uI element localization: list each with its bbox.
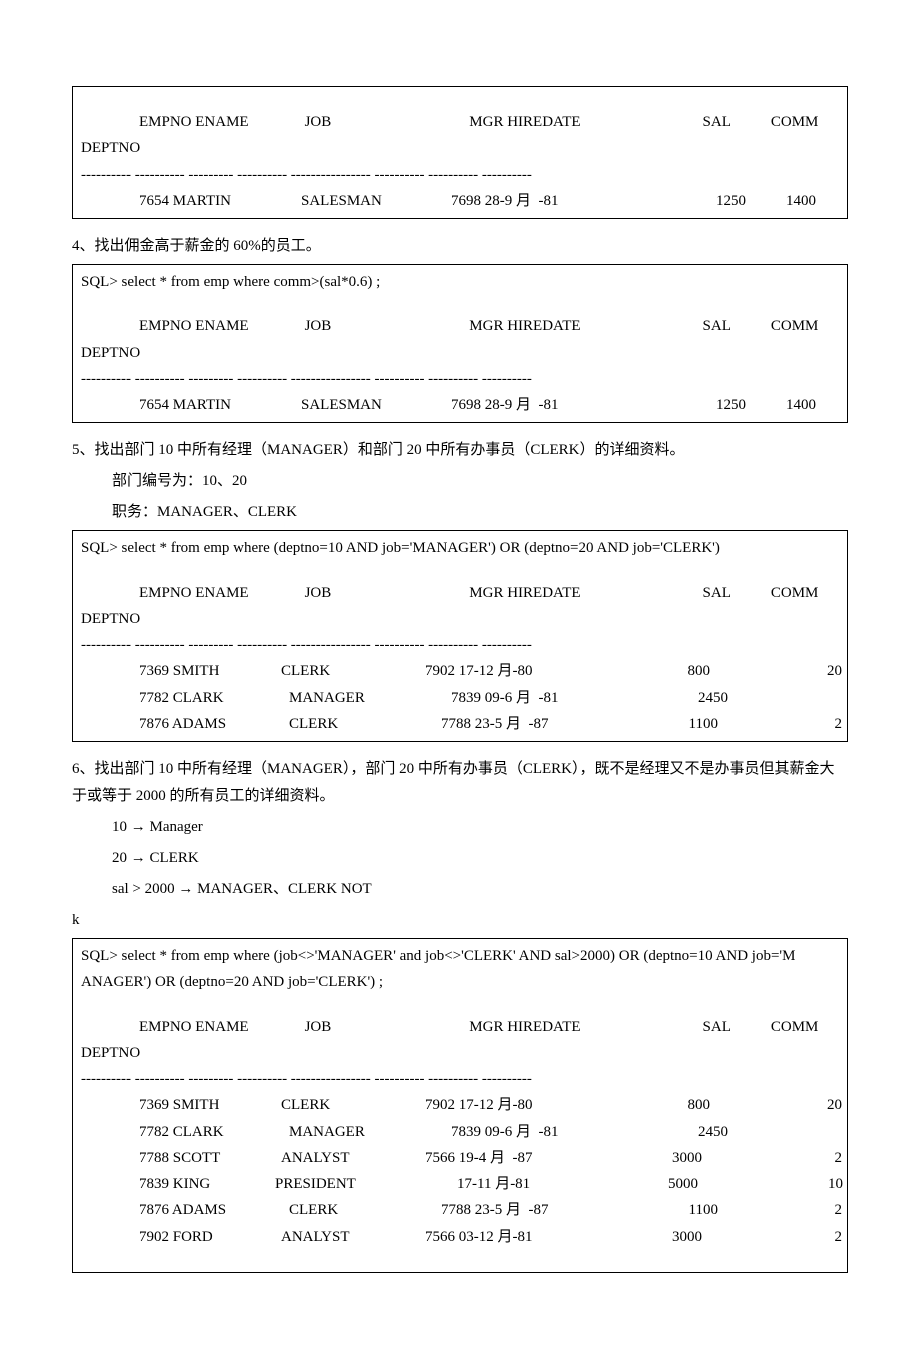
result-block-top: EMPNO ENAMEJOBMGR HIREDATESALCOMM DEPTNO… xyxy=(72,86,848,219)
result-block-q5: SQL> select * from emp where (deptno=10 … xyxy=(72,530,848,742)
sql-line: ANAGER') OR (deptno=20 AND job='CLERK') … xyxy=(81,969,839,995)
question-6-note2: 20 → CLERK xyxy=(72,845,848,872)
table-row: 7876 ADAMSCLERK7788 23-5 月 -8711002 xyxy=(81,711,839,737)
table-row: 7788 SCOTTANALYST7566 19-4 月 -8730002 xyxy=(81,1145,839,1171)
result-block-q4: SQL> select * from emp where comm>(sal*0… xyxy=(72,264,848,423)
table-row: 7782 CLARKMANAGER7839 09-6 月 -812450 xyxy=(81,1119,839,1145)
separator: ---------- ---------- --------- --------… xyxy=(81,366,839,392)
table-row: 7654 MARTINSALESMAN7698 28-9 月 -81125014… xyxy=(81,392,839,418)
sql-line: SQL> select * from emp where (job<>'MANA… xyxy=(81,943,839,969)
table-row: 7839 KINGPRESIDENT17-11 月-81500010 xyxy=(81,1171,839,1197)
table-row: 7876 ADAMSCLERK7788 23-5 月 -8711002 xyxy=(81,1197,839,1223)
question-6-k: k xyxy=(72,907,848,934)
result-block-q6: SQL> select * from emp where (job<>'MANA… xyxy=(72,938,848,1273)
question-5-note2: 职务：MANAGER、CLERK xyxy=(72,499,848,526)
deptno-label: DEPTNO xyxy=(81,606,839,632)
question-4-title: 4、找出佣金高于薪金的 60%的员工。 xyxy=(72,233,848,260)
question-6-note1: 10 → Manager xyxy=(72,814,848,841)
table-header: EMPNO ENAMEJOBMGR HIREDATESALCOMM xyxy=(81,580,839,606)
table-row: 7369 SMITHCLERK7902 17-12 月-8080020 xyxy=(81,658,839,684)
question-6-note3: sal > 2000 → MANAGER、CLERK NOT xyxy=(72,876,848,903)
table-header: EMPNO ENAMEJOBMGR HIREDATESALCOMM xyxy=(81,1014,839,1040)
question-6-title: 6、找出部门 10 中所有经理（MANAGER），部门 20 中所有办事员（CL… xyxy=(72,756,848,810)
deptno-label: DEPTNO xyxy=(81,1040,839,1066)
table-row: 7369 SMITHCLERK7902 17-12 月-8080020 xyxy=(81,1092,839,1118)
deptno-label: DEPTNO xyxy=(81,340,839,366)
table-header: EMPNO ENAMEJOBMGR HIREDATESALCOMM xyxy=(81,313,839,339)
separator: ---------- ---------- --------- --------… xyxy=(81,162,839,188)
sql-line: SQL> select * from emp where (deptno=10 … xyxy=(81,535,839,561)
separator: ---------- ---------- --------- --------… xyxy=(81,1066,839,1092)
table-row: 7782 CLARKMANAGER7839 09-6 月 -812450 xyxy=(81,685,839,711)
table-header: EMPNO ENAMEJOBMGR HIREDATESALCOMM xyxy=(81,109,839,135)
question-5-note1: 部门编号为：10、20 xyxy=(72,468,848,495)
deptno-label: DEPTNO xyxy=(81,135,839,161)
question-5-title: 5、找出部门 10 中所有经理（MANAGER）和部门 20 中所有办事员（CL… xyxy=(72,437,848,464)
separator: ---------- ---------- --------- --------… xyxy=(81,632,839,658)
table-row: 7902 FORDANALYST7566 03-12 月-8130002 xyxy=(81,1224,839,1250)
table-row: 7654 MARTINSALESMAN7698 28-9 月 -81125014… xyxy=(81,188,839,214)
sql-line: SQL> select * from emp where comm>(sal*0… xyxy=(81,269,839,295)
